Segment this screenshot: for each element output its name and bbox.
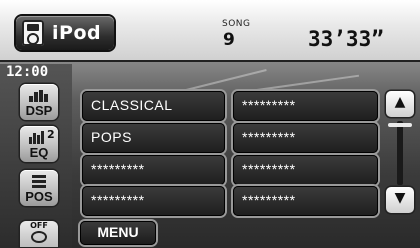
up-arrow-icon: ▲ (394, 94, 406, 110)
dsp-icon (29, 90, 48, 102)
background-streak (249, 74, 360, 92)
pos-label: POS (25, 189, 53, 204)
list-item[interactable]: POPS (82, 123, 225, 153)
list-item[interactable]: ********* (233, 155, 378, 185)
list-item[interactable]: ********* (233, 91, 378, 121)
song-number: 9 (223, 30, 235, 50)
eq-button[interactable]: 2 EQ (20, 126, 58, 162)
eq-label: EQ (29, 145, 49, 160)
list-item[interactable]: ********* (82, 155, 225, 185)
list-scrollbar[interactable]: ▲ ▼ (386, 91, 414, 215)
list-item[interactable]: CLASSICAL (82, 91, 225, 121)
dsp-button[interactable]: DSP (20, 84, 58, 120)
power-icon (31, 231, 47, 243)
header-bar: iPod SONG 9 33’33” (0, 0, 420, 62)
pos-button[interactable]: POS (20, 170, 58, 206)
off-label: OFF (30, 221, 48, 230)
scroll-thumb[interactable] (388, 123, 412, 127)
list-item[interactable]: ********* (233, 186, 378, 216)
down-arrow-icon: ▼ (394, 190, 406, 206)
off-button[interactable]: OFF (20, 221, 58, 247)
clock: 12:00 (6, 64, 49, 80)
dsp-label: DSP (25, 103, 53, 118)
list-item[interactable]: ********* (233, 123, 378, 153)
seat-position-icon (32, 175, 46, 188)
song-caption: SONG (222, 19, 251, 29)
menu-label: MENU (97, 224, 139, 240)
ipod-source-screen: iPod SONG 9 33’33” 12:00 DSP 2 EQ POS OF… (0, 0, 420, 248)
list-item[interactable]: ********* (82, 186, 225, 216)
scroll-up-button[interactable]: ▲ (386, 91, 414, 117)
menu-button[interactable]: MENU (80, 221, 156, 245)
elapsed-time: 33’33” (308, 27, 384, 51)
source-label: iPod (52, 22, 102, 44)
eq-preset-number: 2 (47, 128, 55, 141)
ipod-icon (22, 20, 44, 46)
scroll-track[interactable] (397, 121, 403, 185)
ipod-source-button[interactable]: iPod (16, 16, 114, 50)
scroll-down-button[interactable]: ▼ (386, 187, 414, 213)
